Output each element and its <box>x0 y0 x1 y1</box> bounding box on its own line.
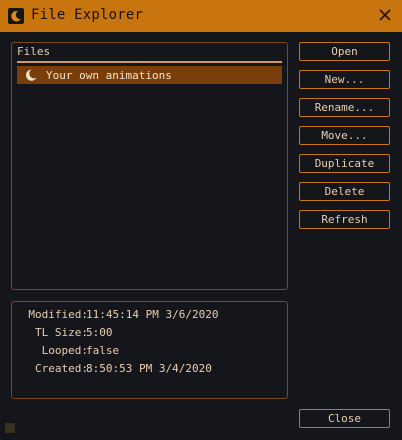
tl-size-label: TL Size: <box>35 326 88 339</box>
close-icon[interactable] <box>376 6 394 24</box>
created-value: 8:50:53 PM 3/4/2020 <box>86 362 212 375</box>
delete-button[interactable]: Delete <box>299 182 390 201</box>
window-title: File Explorer <box>31 7 144 23</box>
moon-app-icon <box>8 8 24 24</box>
file-list-item[interactable]: Your own animations <box>17 66 282 84</box>
info-row-created: Created: 8:50:53 PM 3/4/2020 <box>12 362 282 376</box>
info-row-modified: Modified: 11:45:14 PM 3/6/2020 <box>12 308 282 322</box>
info-row-looped: Looped: false <box>12 344 282 358</box>
title-bar[interactable]: File Explorer <box>0 0 402 32</box>
refresh-button[interactable]: Refresh <box>299 210 390 229</box>
info-row-tl-size: TL Size: 5:00 <box>12 326 282 340</box>
duplicate-button[interactable]: Duplicate <box>299 154 390 173</box>
modified-value: 11:45:14 PM 3/6/2020 <box>86 308 219 321</box>
new-button[interactable]: New... <box>299 70 390 89</box>
modified-label: Modified: <box>28 308 88 321</box>
rename-button[interactable]: Rename... <box>299 98 390 117</box>
file-info-panel: Modified: 11:45:14 PM 3/6/2020 TL Size: … <box>11 301 288 399</box>
resize-grip[interactable] <box>5 423 15 433</box>
file-list-item-label: Your own animations <box>46 68 172 82</box>
files-label: Files <box>17 45 51 58</box>
looped-label: Looped: <box>41 344 88 357</box>
created-label: Created: <box>35 362 88 375</box>
open-button[interactable]: Open <box>299 42 390 61</box>
moon-folder-icon <box>22 68 38 82</box>
tl-size-value: 5:00 <box>86 326 113 339</box>
move-button[interactable]: Move... <box>299 126 390 145</box>
looped-value: false <box>86 344 120 357</box>
files-panel: Files Your own animations <box>11 42 288 290</box>
close-button[interactable]: Close <box>299 409 390 428</box>
files-header-divider <box>17 61 282 63</box>
